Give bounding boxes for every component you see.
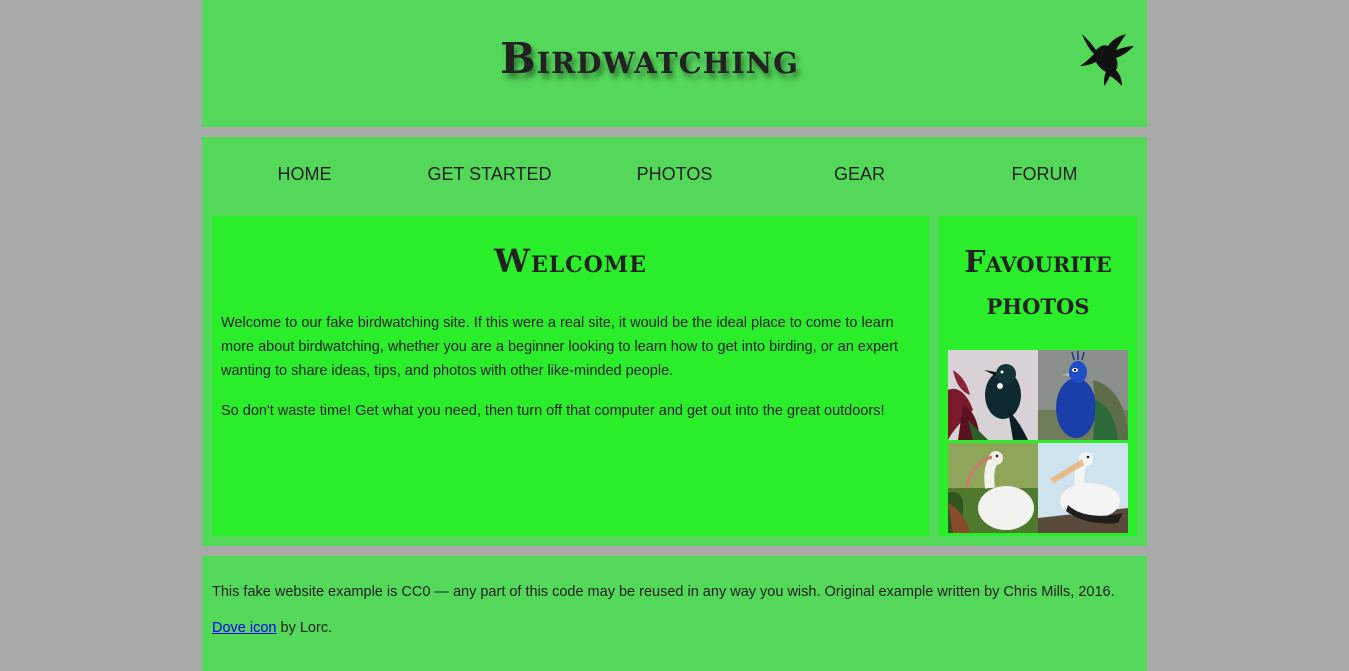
main-article: Welcome Welcome to our fake birdwatching… [212,216,929,536]
welcome-heading: Welcome [494,242,647,280]
nav-item-gear[interactable]: Gear [767,137,952,211]
site-footer: This fake website example is CC0 — any p… [202,556,1147,671]
tui-photo[interactable] [948,350,1038,440]
license-text: This fake website example is CC0 — any p… [212,584,1115,600]
site-header: Birdwatching [202,0,1147,127]
nav-item-home[interactable]: Home [212,137,397,211]
main-nav: Home Get started Photos Gear Forum [212,137,1137,211]
dove-icon-credit-link[interactable]: Dove icon [212,620,276,636]
peacock-photo[interactable] [1038,350,1128,440]
credit-suffix: by Lorc. [276,620,333,636]
pelican-photo[interactable] [1038,443,1128,533]
ibis-photo[interactable] [948,443,1038,533]
content-wrapper: Home Get started Photos Gear Forum Welco… [202,137,1147,546]
nav-item-forum[interactable]: Forum [952,137,1137,211]
dove-icon [1078,30,1136,88]
photo-grid [948,350,1128,533]
site-title: Birdwatching [500,34,799,83]
nav-item-get-started[interactable]: Get started [397,137,582,211]
favourite-photos-sidebar: Favourite photos [939,216,1137,536]
credit-line: Dove icon by Lorc. [212,620,1137,636]
nav-item-photos[interactable]: Photos [582,137,767,211]
cta-paragraph: So don't waste time! Get what you need, … [221,403,885,419]
page: Birdwatching Home Get started Photos Gea… [202,0,1147,671]
favourite-photos-heading: Favourite photos [964,245,1112,322]
intro-paragraph: Welcome to our fake birdwatching site. I… [221,315,899,379]
